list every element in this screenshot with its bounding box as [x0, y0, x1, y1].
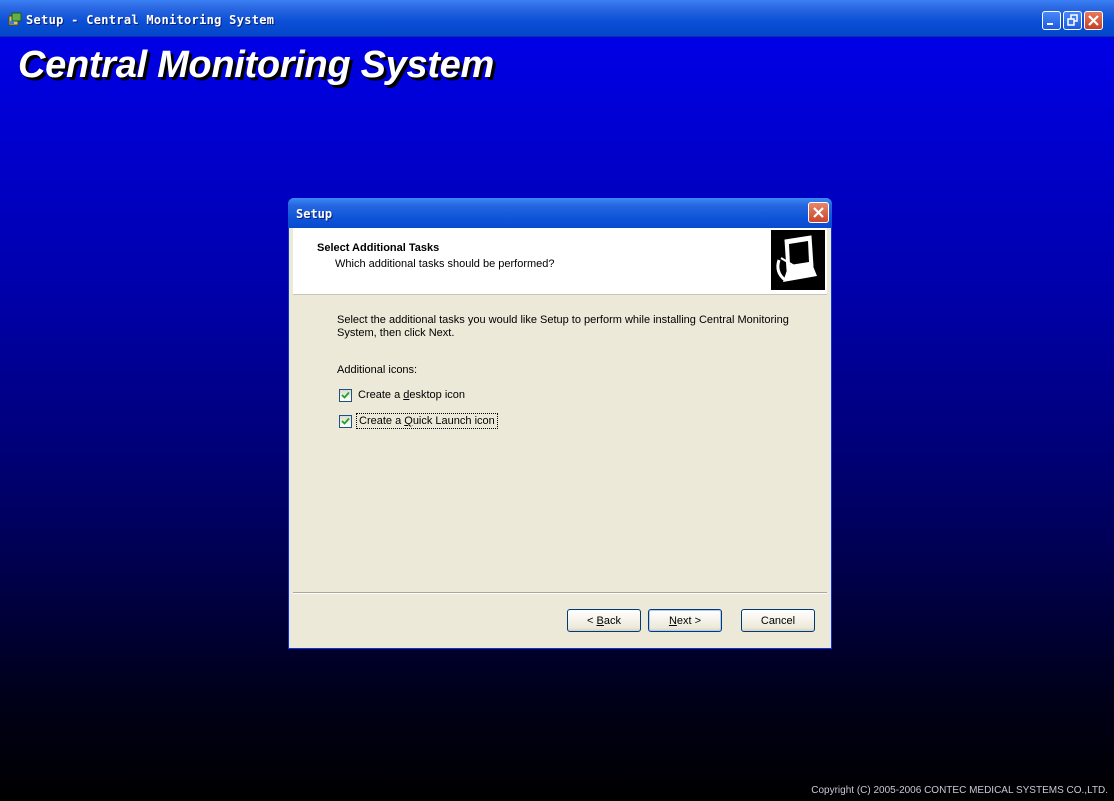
installer-screen: Setup - Central Monitoring System Centra… — [0, 0, 1114, 801]
quick-launch-checkbox[interactable] — [339, 414, 352, 428]
next-button[interactable]: Next > — [648, 609, 722, 632]
back-button[interactable]: < Back — [567, 609, 641, 632]
window-title: Setup - Central Monitoring System — [26, 13, 275, 27]
dialog-close-button[interactable] — [808, 202, 829, 223]
computer-install-icon — [771, 230, 825, 290]
dialog-titlebar[interactable]: Setup — [288, 198, 832, 228]
setup-dialog: Setup Select Additional Tasks Which addi… — [288, 198, 832, 649]
checkmark-icon — [341, 417, 350, 425]
copyright-text: Copyright (C) 2005-2006 CONTEC MEDICAL S… — [811, 785, 1108, 796]
quick-launch-label: Create a Quick Launch icon — [356, 413, 498, 429]
wizard-page-subtitle: Which additional tasks should be perform… — [335, 258, 555, 270]
wizard-page-title: Select Additional Tasks — [317, 242, 440, 254]
window-titlebar[interactable]: Setup - Central Monitoring System — [0, 0, 1114, 37]
task-desktop-icon[interactable]: Create a desktop icon — [339, 387, 465, 403]
setup-app-icon — [8, 12, 22, 26]
dialog-title: Setup — [296, 207, 333, 221]
window-close-button[interactable] — [1084, 11, 1103, 30]
minimize-icon — [1047, 23, 1053, 25]
dialog-close-icon — [813, 207, 824, 218]
task-description: Select the additional tasks you would li… — [337, 314, 789, 339]
wizard-header: Select Additional Tasks Which additional… — [293, 228, 827, 295]
desktop-icon-checkbox[interactable] — [339, 388, 352, 402]
checkmark-icon — [341, 391, 350, 399]
desktop-icon-label: Create a desktop icon — [358, 389, 466, 401]
task-quick-launch-icon[interactable]: Create a Quick Launch icon — [339, 413, 498, 429]
close-icon — [1088, 15, 1099, 26]
button-divider — [293, 592, 827, 594]
additional-icons-label: Additional icons: — [337, 364, 418, 376]
banner-title: Central Monitoring System — [18, 44, 494, 86]
cancel-button[interactable]: Cancel — [741, 609, 815, 632]
restore-button[interactable] — [1063, 11, 1082, 30]
restore-icon — [1067, 14, 1078, 26]
minimize-button[interactable] — [1042, 11, 1061, 30]
